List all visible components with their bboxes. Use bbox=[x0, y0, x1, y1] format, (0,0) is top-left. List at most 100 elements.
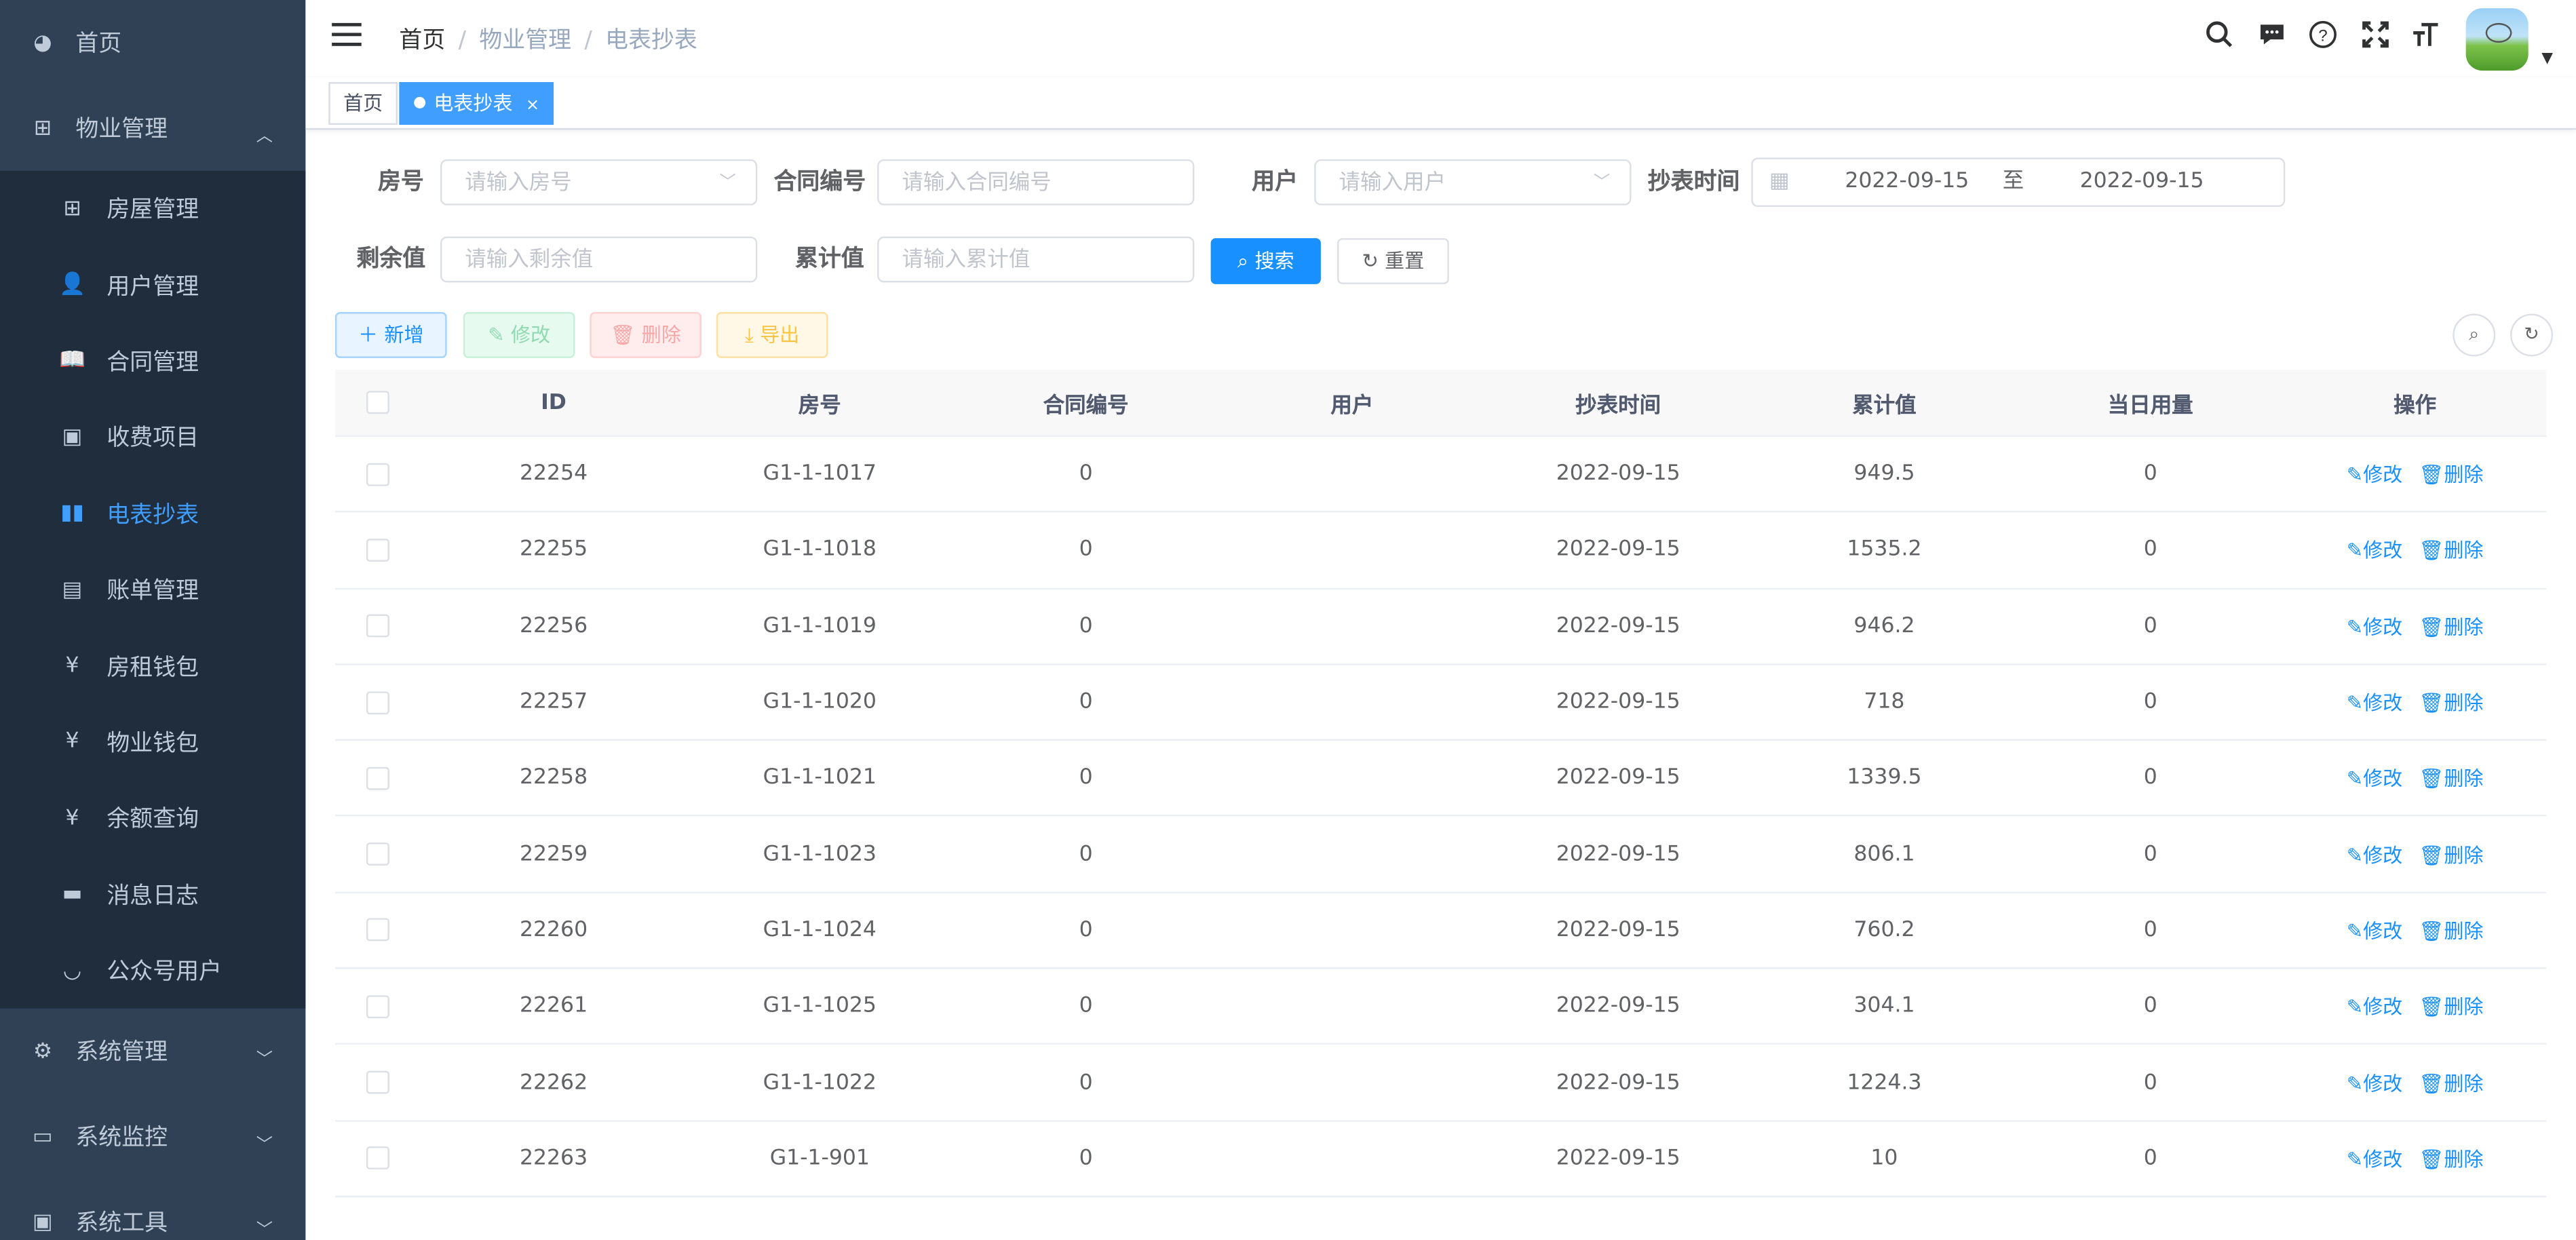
row-delete-link[interactable]: 🗑删除 bbox=[2419, 764, 2483, 792]
trash-icon: 🗑 bbox=[2419, 843, 2444, 867]
edit-icon: ✎ bbox=[488, 323, 505, 347]
tag-meter-reading[interactable]: 电表抄表 × bbox=[399, 82, 555, 125]
caret-down-icon[interactable]: ▼ bbox=[2541, 50, 2553, 66]
message-icon[interactable] bbox=[2246, 20, 2297, 58]
row-delete-link[interactable]: 🗑删除 bbox=[2419, 1068, 2483, 1096]
sidebar-group-1[interactable]: ⚙ 系统管理 ﹀ bbox=[0, 1009, 305, 1094]
row-delete-label: 删除 bbox=[2444, 995, 2484, 1019]
hamburger-icon[interactable] bbox=[332, 22, 362, 53]
table-row[interactable]: 22254 G1-1-1017 0 2022-09-15 949.5 0 ✎修改 🗑删除 bbox=[334, 437, 2547, 514]
sidebar-item-home[interactable]: ◕ 首页 bbox=[0, 0, 305, 85]
row-delete-link[interactable]: 🗑删除 bbox=[2419, 536, 2483, 564]
app-root: ◕ 首页 ⊞ 物业管理 ︿ ⊞ 房屋管理 👤 用户管理 📖 合同管理 ▣ 收费项目 ▮▮ 电表抄表… bbox=[0, 0, 2576, 1240]
row-edit-link[interactable]: ✎修改 bbox=[2347, 916, 2403, 944]
export-button[interactable]: ⤓ 导出 bbox=[716, 312, 828, 358]
gear-icon: ⚙ bbox=[33, 1039, 53, 1064]
font-size-icon[interactable] bbox=[2401, 20, 2453, 58]
total-input[interactable]: 请输入累计值 bbox=[877, 236, 1195, 283]
row-checkbox[interactable] bbox=[366, 691, 389, 714]
avatar[interactable] bbox=[2465, 7, 2529, 70]
toggle-search-button[interactable]: ⌕ bbox=[2453, 313, 2496, 357]
chevron-down-icon: ﹀ bbox=[719, 174, 736, 193]
sidebar-item-3[interactable]: 📖 合同管理 bbox=[0, 323, 305, 399]
row-checkbox[interactable] bbox=[366, 767, 389, 790]
search-icon[interactable] bbox=[2194, 20, 2246, 58]
question-icon[interactable]: ? bbox=[2298, 20, 2349, 58]
room-select[interactable]: 请输入房号 ﹀ bbox=[440, 159, 758, 206]
row-delete-link[interactable]: 🗑删除 bbox=[2419, 916, 2483, 944]
remain-input[interactable]: 请输入剩余值 bbox=[440, 236, 758, 283]
row-edit-link[interactable]: ✎修改 bbox=[2347, 840, 2403, 868]
sidebar-item-4[interactable]: ▣ 收费项目 bbox=[0, 400, 305, 476]
row-checkbox[interactable] bbox=[366, 994, 389, 1018]
table-row[interactable]: 22255 G1-1-1018 0 2022-09-15 1535.2 0 ✎修改 🗑删除 bbox=[334, 513, 2547, 589]
table-row[interactable]: 22259 G1-1-1023 0 2022-09-15 806.1 0 ✎修改 🗑删除 bbox=[334, 817, 2547, 893]
sidebar-item-9[interactable]: ¥ 余额查询 bbox=[0, 780, 305, 856]
yen-icon: ¥ bbox=[65, 653, 79, 679]
row-delete-link[interactable]: 🗑删除 bbox=[2419, 689, 2483, 716]
row-checkbox[interactable] bbox=[366, 462, 389, 486]
row-edit-link[interactable]: ✎修改 bbox=[2347, 992, 2403, 1020]
refresh-button[interactable]: ↻ bbox=[2510, 313, 2554, 357]
search-button[interactable]: ⌕ 搜索 bbox=[1210, 238, 1321, 284]
sidebar-group-3[interactable]: ▣ 系统工具 ﹀ bbox=[0, 1180, 305, 1240]
reset-button[interactable]: ↻ 重置 bbox=[1337, 238, 1449, 284]
sidebar-item-6[interactable]: ▤ 账单管理 bbox=[0, 551, 305, 627]
row-edit-link[interactable]: ✎修改 bbox=[2347, 1144, 2403, 1172]
row-delete-link[interactable]: 🗑删除 bbox=[2419, 460, 2483, 488]
fullscreen-icon[interactable] bbox=[2349, 20, 2401, 58]
edit-button[interactable]: ✎ 修改 bbox=[463, 312, 575, 358]
row-delete-link[interactable]: 🗑删除 bbox=[2419, 992, 2483, 1020]
row-edit-link[interactable]: ✎修改 bbox=[2347, 764, 2403, 792]
breadcrumb-property[interactable]: 物业管理 bbox=[479, 28, 571, 54]
row-delete-link[interactable]: 🗑删除 bbox=[2419, 612, 2483, 640]
table-row[interactable]: 22258 G1-1-1021 0 2022-09-15 1339.5 0 ✎修改 🗑删除 bbox=[334, 741, 2547, 817]
row-delete-link[interactable]: 🗑删除 bbox=[2419, 840, 2483, 868]
sidebar-group-property[interactable]: ⊞ 物业管理 ︿ bbox=[0, 85, 305, 171]
row-checkbox[interactable] bbox=[366, 539, 389, 562]
sidebar-item-2[interactable]: 👤 用户管理 bbox=[0, 247, 305, 323]
table-row[interactable]: 22256 G1-1-1019 0 2022-09-15 946.2 0 ✎修改 🗑删除 bbox=[334, 589, 2547, 665]
sidebar-item-7[interactable]: ¥ 房租钱包 bbox=[0, 628, 305, 704]
row-select-cell bbox=[335, 1121, 421, 1196]
table-row[interactable]: 22263 G1-1-901 0 2022-09-15 10 0 ✎修改 🗑删除 bbox=[334, 1121, 2547, 1197]
row-checkbox[interactable] bbox=[366, 1070, 389, 1094]
row-checkbox[interactable] bbox=[366, 842, 389, 866]
table-cell: G1-1-1023 bbox=[763, 842, 877, 867]
table-row[interactable]: 22261 G1-1-1025 0 2022-09-15 304.1 0 ✎修改 🗑删除 bbox=[334, 969, 2547, 1045]
date-range-picker[interactable]: ▦ 2022-09-15 至 2022-09-15 bbox=[1751, 157, 2286, 208]
tag-home[interactable]: 首页 bbox=[328, 82, 398, 125]
table-row[interactable]: 22262 G1-1-1022 0 2022-09-15 1224.3 0 ✎修改 🗑删除 bbox=[334, 1045, 2547, 1121]
sidebar-item-1[interactable]: ⊞ 房屋管理 bbox=[0, 171, 305, 247]
sidebar-item-10[interactable]: ▬ 消息日志 bbox=[0, 857, 305, 933]
row-edit-link[interactable]: ✎修改 bbox=[2347, 689, 2403, 716]
row-edit-link[interactable]: ✎修改 bbox=[2347, 536, 2403, 564]
sidebar-item-label: 物业钱包 bbox=[107, 731, 199, 757]
trash-icon: 🗑 bbox=[2419, 767, 2444, 791]
row-edit-link[interactable]: ✎修改 bbox=[2347, 460, 2403, 488]
row-delete-link[interactable]: 🗑删除 bbox=[2419, 1144, 2483, 1172]
add-button[interactable]: ＋ 新增 bbox=[334, 312, 447, 358]
select-all-checkbox[interactable] bbox=[366, 391, 389, 414]
table-cell: 22256 bbox=[519, 613, 588, 639]
breadcrumb-home[interactable]: 首页 bbox=[399, 28, 445, 54]
table-row[interactable]: 22260 G1-1-1024 0 2022-09-15 760.2 0 ✎修改 🗑删除 bbox=[334, 893, 2547, 969]
sidebar-item-8[interactable]: ¥ 物业钱包 bbox=[0, 704, 305, 780]
sidebar-group-2[interactable]: ▭ 系统监控 ﹀ bbox=[0, 1094, 305, 1180]
table-cell: 2022-09-15 bbox=[1556, 918, 1680, 943]
close-icon[interactable]: × bbox=[526, 97, 539, 115]
user-select[interactable]: 请输入用户 ﹀ bbox=[1314, 159, 1632, 206]
contract-input[interactable]: 请输入合同编号 bbox=[877, 159, 1195, 206]
row-checkbox[interactable] bbox=[366, 1146, 389, 1170]
sidebar-group-label: 系统监控 bbox=[75, 1125, 168, 1152]
row-edit-link[interactable]: ✎修改 bbox=[2347, 612, 2403, 640]
row-edit-link[interactable]: ✎修改 bbox=[2347, 1068, 2403, 1096]
delete-button[interactable]: 🗑 删除 bbox=[590, 312, 701, 358]
row-checkbox[interactable] bbox=[366, 918, 389, 942]
sidebar-group-label: 物业管理 bbox=[75, 116, 168, 143]
sidebar-item-5[interactable]: ▮▮ 电表抄表 bbox=[0, 476, 305, 551]
room-label: 房号 bbox=[377, 169, 424, 196]
sidebar-item-11[interactable]: ◡ 公众号用户 bbox=[0, 933, 305, 1009]
table-row[interactable]: 22257 G1-1-1020 0 2022-09-15 718 0 ✎修改 🗑删除 bbox=[334, 665, 2547, 741]
row-checkbox[interactable] bbox=[366, 615, 389, 638]
